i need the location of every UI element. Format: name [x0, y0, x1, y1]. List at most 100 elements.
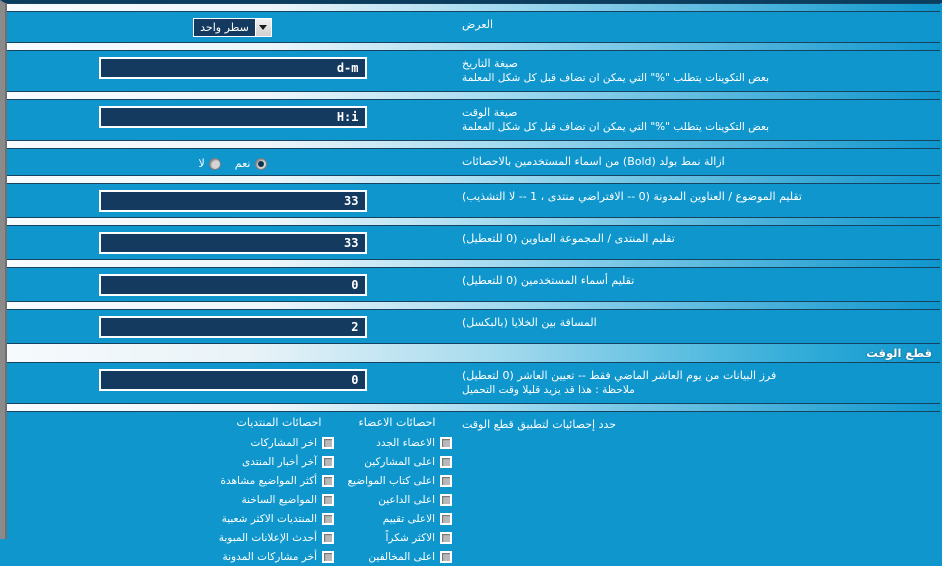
checkbox-icon[interactable]	[440, 474, 452, 487]
time-cut-hint: ملاحظة : هذا قد يزيد قليلا وقت التحميل	[462, 384, 635, 396]
remove-bold-radio-group: نعم لا	[199, 155, 267, 170]
checkbox-icon[interactable]	[440, 455, 452, 468]
row-trim-usernames-control	[9, 273, 456, 296]
chevron-down-icon[interactable]	[254, 19, 271, 36]
time-format-hint: بعض التكوينات يتطلب "%" التي يمكن ان تضا…	[462, 121, 770, 133]
checkbox-icon[interactable]	[440, 512, 452, 525]
time-format-title: صيغة الوقت	[462, 106, 518, 119]
checkbox-icon[interactable]	[322, 436, 334, 449]
radio-option-no[interactable]: لا	[199, 157, 221, 170]
row-trim-forum-titles: تقليم المنتدى / المجموعة العناوين (0 للت…	[5, 226, 942, 259]
list-item-label: اعلى الداعين	[378, 493, 435, 506]
list-item[interactable]: اعلى المخالفين	[342, 547, 452, 566]
checkbox-icon[interactable]	[440, 436, 452, 449]
trim-usernames-input[interactable]	[98, 274, 367, 296]
list-item[interactable]: الاعضاء الجدد	[342, 433, 452, 452]
radio-no-label: لا	[198, 157, 205, 170]
row-trim-forum-titles-control	[9, 231, 456, 254]
separator-4	[7, 175, 940, 184]
list-item[interactable]: اخر المشاركات	[224, 433, 334, 452]
row-date-format-label: صيغة التاريخ بعض التكوينات يتطلب "%" الت…	[456, 56, 934, 86]
separator-7	[7, 301, 940, 310]
list-item-label: آخر أخبار المنتدى	[242, 455, 317, 468]
radio-yes-label: نعم	[234, 157, 251, 170]
settings-page: العرض سطر واحد صيغة التاريخ بعض التكوينا…	[0, 0, 942, 563]
list-item-label: المواضيع الساخنة	[241, 493, 317, 506]
checkbox-icon[interactable]	[440, 531, 452, 544]
separator-8	[7, 403, 940, 412]
list-item-label: الاعضاء الجدد	[376, 436, 435, 449]
row-date-format-control	[9, 56, 456, 79]
stats-selection-label: حدد إحصائيات لتطبيق قطع الوقت	[462, 418, 617, 431]
checkbox-icon[interactable]	[322, 531, 334, 544]
date-format-hint: بعض التكوينات يتطلب "%" التي يمكن ان تضا…	[462, 72, 770, 84]
time-cut-input[interactable]	[98, 369, 367, 391]
row-remove-bold-label: ازالة نمط بولد (Bold) من اسماء المستخدمي…	[462, 155, 725, 168]
time-cut-title: فرز البيانات من يوم العاشر الماضي فقط --…	[462, 369, 777, 382]
list-item-label: الاكثر شكراً	[385, 531, 435, 544]
checkbox-icon[interactable]	[322, 512, 334, 525]
checkbox-icon[interactable]	[322, 493, 334, 506]
row-remove-bold: ازالة نمط بولد (Bold) من اسماء المستخدمي…	[5, 149, 942, 175]
display-mode-select[interactable]: سطر واحد	[193, 18, 272, 37]
list-item-label: أكثر المواضيع مشاهدة	[220, 474, 318, 487]
checkbox-icon[interactable]	[322, 550, 334, 563]
list-item-label: اعلى المخالفين	[368, 550, 435, 563]
list-item[interactable]: آخر أخبار المنتدى	[224, 452, 334, 471]
list-item[interactable]: الاكثر شكراً	[342, 528, 452, 547]
separator-1	[7, 42, 940, 51]
row-cell-spacing-label: المسافة بين الخلايا (بالبكسل)	[462, 316, 597, 329]
row-time-cut-control	[9, 368, 456, 391]
separator-6	[7, 259, 940, 268]
row-trim-topic-titles-control	[9, 189, 456, 212]
checkbox-icon[interactable]	[440, 550, 452, 563]
row-trim-topic-titles: تقليم الموضوع / العناوين المدونة (0 -- ا…	[5, 184, 942, 217]
time-format-input[interactable]	[98, 106, 367, 128]
radio-no-icon[interactable]	[208, 157, 221, 170]
row-display-control: سطر واحد	[9, 17, 456, 37]
checkbox-icon[interactable]	[440, 493, 452, 506]
row-trim-forum-titles-label: تقليم المنتدى / المجموعة العناوين (0 للت…	[462, 232, 675, 245]
date-format-input[interactable]	[98, 57, 367, 79]
list-item[interactable]: الاعلى تقييم	[342, 509, 452, 528]
row-display: العرض سطر واحد	[5, 12, 942, 42]
list-item[interactable]: اعلى الداعين	[342, 490, 452, 509]
list-item-label: أحدث الإعلانات المبوبة	[218, 531, 317, 544]
list-item-label: أخر مشاركات المدونة	[222, 550, 317, 563]
list-item[interactable]: المواضيع الساخنة	[224, 490, 334, 509]
list-item-label: اعلى المشاركين	[364, 455, 435, 468]
row-trim-usernames-label: تقليم أسماء المستخدمين (0 للتعطيل)	[462, 274, 635, 287]
list-item-label: المنتديات الاكثر شعبية	[221, 512, 317, 525]
row-trim-topic-titles-label: تقليم الموضوع / العناوين المدونة (0 -- ا…	[462, 190, 802, 203]
row-time-cut-label: فرز البيانات من يوم العاشر الماضي فقط --…	[456, 368, 934, 398]
row-time-cut: فرز البيانات من يوم العاشر الماضي فقط --…	[5, 363, 942, 403]
row-remove-bold-control: نعم لا	[9, 154, 456, 170]
list-item[interactable]: اعلى المشاركين	[342, 452, 452, 471]
row-cell-spacing: المسافة بين الخلايا (بالبكسل)	[5, 310, 942, 343]
list-item-label: اعلى كتاب المواضيع	[347, 474, 435, 487]
trim-topic-titles-input[interactable]	[98, 190, 367, 212]
row-cell-spacing-control	[9, 315, 456, 338]
trim-forum-titles-input[interactable]	[98, 232, 367, 254]
radio-yes-icon[interactable]	[254, 157, 267, 170]
separator-top	[7, 3, 940, 12]
list-item[interactable]: اعلى كتاب المواضيع	[342, 471, 452, 490]
row-time-format-control	[9, 105, 456, 128]
list-item-label: اخر المشاركات	[250, 436, 317, 449]
cell-spacing-input[interactable]	[98, 316, 367, 338]
radio-option-yes[interactable]: نعم	[235, 157, 267, 170]
row-time-format: صيغة الوقت بعض التكوينات يتطلب "%" التي …	[5, 100, 942, 140]
checkbox-icon[interactable]	[322, 455, 334, 468]
stats-selection-area: حدد إحصائيات لتطبيق قطع الوقت احصائات ال…	[5, 412, 942, 566]
checkbox-icon[interactable]	[322, 474, 334, 487]
list-item[interactable]: أحدث الإعلانات المبوبة	[219, 528, 334, 547]
list-item[interactable]: أكثر المواضيع مشاهدة	[220, 471, 334, 490]
list-item[interactable]: أخر مشاركات المدونة	[222, 547, 334, 566]
list-item-label: الاعلى تقييم	[382, 512, 435, 525]
row-time-format-label: صيغة الوقت بعض التكوينات يتطلب "%" التي …	[456, 105, 934, 135]
section-title-time-cut: قطع الوقت	[866, 346, 932, 360]
section-header-time-cut: قطع الوقت	[7, 343, 940, 363]
list-item[interactable]: المنتديات الاكثر شعبية	[221, 509, 334, 528]
separator-2	[7, 91, 940, 100]
stats-column-forums-header: احصائات المنتديات	[236, 416, 322, 429]
